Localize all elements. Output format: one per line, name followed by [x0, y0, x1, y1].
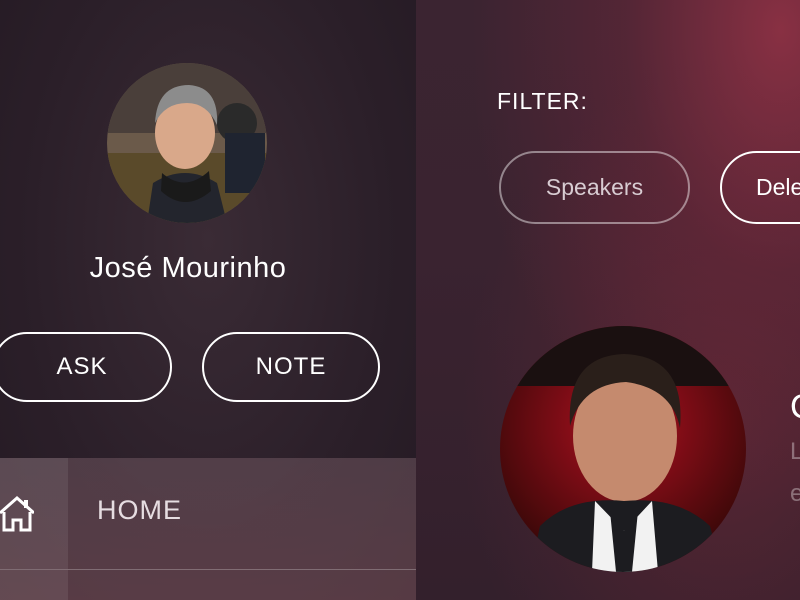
- note-button[interactable]: NOTE: [202, 332, 380, 402]
- person-photo-icon: [500, 326, 746, 572]
- side-nav: HOME: [0, 458, 416, 600]
- filter-chip-delegates[interactable]: Dele: [720, 151, 800, 224]
- ask-button[interactable]: ASK: [0, 332, 172, 402]
- content-panel: FILTER: Speakers Dele C L e: [416, 0, 800, 600]
- nav-item-home[interactable]: HOME: [0, 458, 416, 570]
- filter-label: FILTER:: [497, 88, 588, 114]
- speaker-name: C: [790, 388, 800, 427]
- nav-item-label: HOME: [97, 495, 182, 525]
- nav-icon-cell: [0, 458, 68, 569]
- nav-item-next[interactable]: [0, 570, 416, 600]
- profile-name: José Mourinho: [89, 252, 287, 284]
- nav-icon-cell: [0, 570, 68, 600]
- person-photo-icon: [107, 63, 267, 223]
- profile-panel: José Mourinho ASK NOTE HOME: [0, 0, 416, 600]
- home-icon: [0, 496, 34, 532]
- speaker-avatar[interactable]: [500, 326, 746, 572]
- speaker-detail: L: [790, 438, 800, 465]
- speaker-detail: e: [790, 480, 800, 507]
- filter-chip-speakers[interactable]: Speakers: [499, 151, 690, 224]
- profile-avatar: [107, 63, 267, 223]
